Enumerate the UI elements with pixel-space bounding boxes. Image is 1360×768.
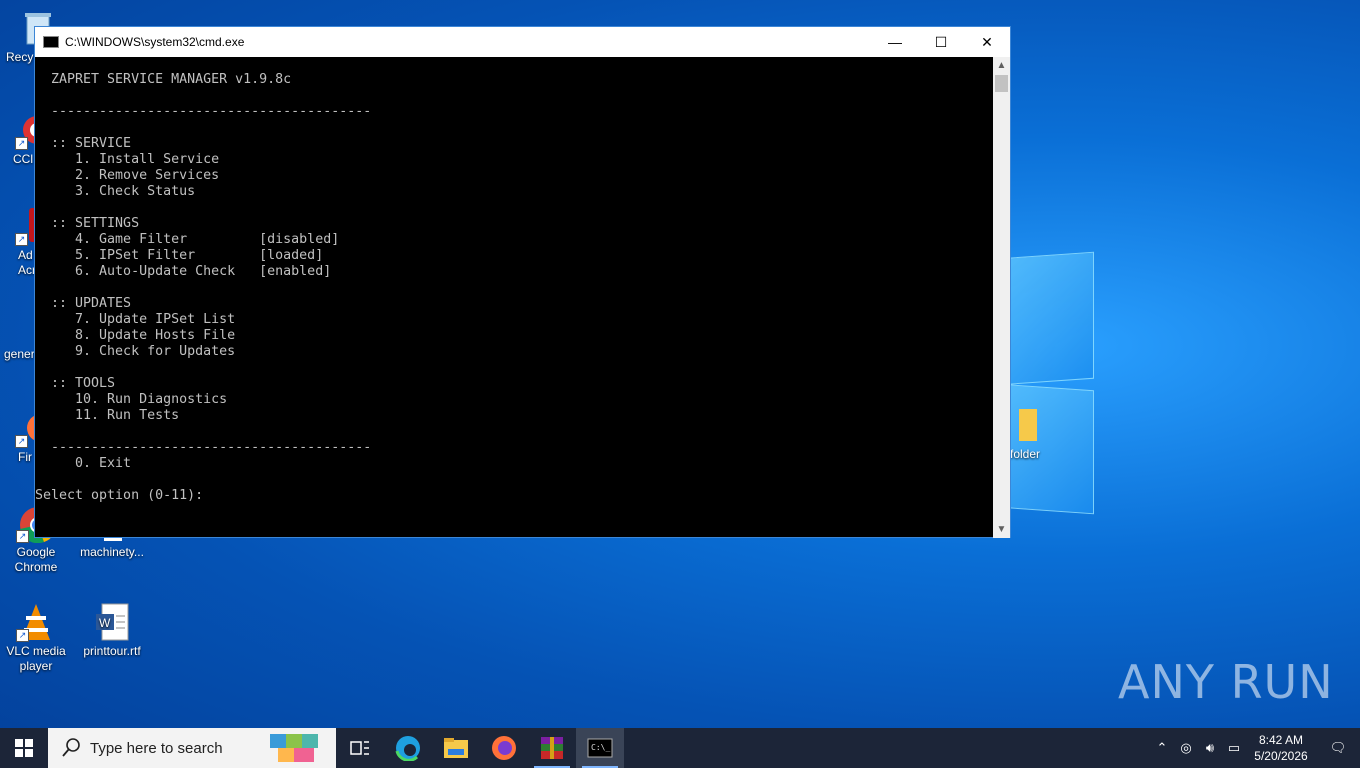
cmd-titlebar[interactable]: C:\WINDOWS\system32\cmd.exe — ☐ ✕ [35,27,1010,57]
anyrun-watermark: ANY RUN [1118,655,1334,709]
desktop-icon-label: machinety... [80,545,144,559]
vertical-scrollbar[interactable]: ▲ ▼ [993,57,1010,538]
edge-icon [395,736,420,761]
winrar-icon [541,737,563,759]
desktop-icon-label: Google Chrome [14,545,58,574]
clock-date: 5/20/2026 [1254,749,1308,763]
taskbar-cmd-button[interactable]: C:\_ [576,728,624,768]
search-placeholder: Type here to search [90,739,223,757]
shortcut-arrow-icon: ↗ [15,435,28,448]
maximize-icon: ☐ [934,33,948,50]
taskbar-edge-button[interactable] [384,728,432,768]
desktop-icon-label: VLC media player [6,644,66,673]
shortcut-arrow-icon: ↗ [16,629,29,642]
start-button[interactable] [0,728,48,768]
network-icon[interactable]: ▭ [1222,740,1246,756]
minimize-icon: — [888,34,902,50]
taskbar-search-box[interactable]: Type here to search [48,728,336,768]
desktop-icon-vlc[interactable]: ↗ VLC media player [1,602,71,674]
desktop-icon-printtour[interactable]: W printtour.rtf [77,602,147,659]
scroll-down-icon[interactable]: ▼ [993,521,1010,538]
taskbar-winrar-button[interactable] [528,728,576,768]
window-title: C:\WINDOWS\system32\cmd.exe [65,35,245,49]
svg-text:C:\_: C:\_ [591,743,610,752]
maximize-button[interactable]: ☐ [918,27,964,57]
vlc-icon: ↗ [16,602,56,642]
cmd-icon: C:\_ [587,738,613,758]
scroll-up-icon[interactable]: ▲ [993,57,1010,74]
minimize-button[interactable]: — [872,27,918,57]
task-view-icon [350,741,369,755]
desktop-icon-label: printtour.rtf [83,644,141,658]
taskbar-clock[interactable]: 8:42 AM 5/20/2026 [1246,732,1316,764]
word-document-icon: W [92,602,132,642]
close-button[interactable]: ✕ [964,27,1010,57]
search-icon [62,738,80,757]
shortcut-arrow-icon: ↗ [16,530,29,543]
clock-time: 8:42 AM [1258,733,1304,747]
svg-text:W: W [99,616,111,630]
windows-start-icon [15,739,33,757]
search-highlight-puzzle-icon [270,734,318,762]
people-icon[interactable]: ◎ [1174,740,1198,756]
volume-icon[interactable]: 🔊︎ [1198,740,1222,756]
task-view-button[interactable] [336,728,384,768]
notifications-icon[interactable]: 🗨︎ [1316,740,1360,756]
console-text: ZAPRET SERVICE MANAGER v1.9.8c ---------… [35,72,372,503]
chevron-up-icon[interactable]: ⌃ [1150,740,1174,756]
scroll-thumb[interactable] [995,75,1008,92]
close-icon: ✕ [981,33,993,50]
cmd-window[interactable]: C:\WINDOWS\system32\cmd.exe — ☐ ✕ ZAPRET… [34,26,1011,538]
taskbar-firefox-button[interactable] [480,728,528,768]
shortcut-arrow-icon: ↗ [15,137,28,150]
folder-icon [1005,405,1045,445]
system-tray: ⌃ ◎ 🔊︎ ▭ 8:42 AM 5/20/2026 🗨︎ [1150,728,1360,768]
console-output-area[interactable]: ZAPRET SERVICE MANAGER v1.9.8c ---------… [35,57,995,538]
taskbar-file-explorer-button[interactable] [432,728,480,768]
file-explorer-icon [444,738,468,758]
cmd-app-icon [43,36,59,48]
taskbar: Type here to search C:\_ ⌃ ◎ 🔊︎ ▭ 8:42 A… [0,728,1360,768]
firefox-icon [492,736,516,760]
windows-wallpaper-logo [1000,251,1100,515]
shortcut-arrow-icon: ↗ [15,233,28,246]
